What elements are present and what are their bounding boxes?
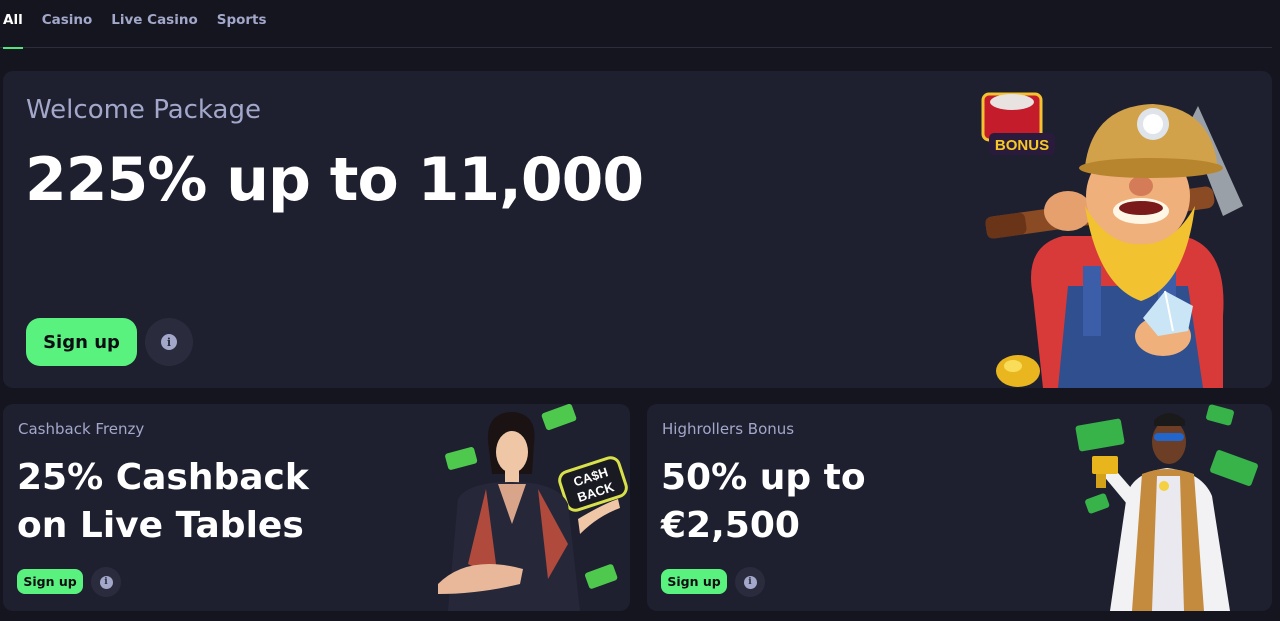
info-button[interactable]: i: [735, 567, 765, 597]
headline-line-1: 50% up to: [661, 457, 866, 498]
tab-live-casino[interactable]: Live Casino: [111, 0, 197, 48]
cash-note-image: [1206, 404, 1234, 426]
cash-note-image: [445, 447, 478, 470]
headline-line-1: 25% Cashback: [17, 457, 309, 498]
promo-title: Cashback Frenzy: [18, 420, 145, 438]
category-tabs: All Casino Live Casino Sports: [0, 0, 1272, 49]
promo-title: Highrollers Bonus: [662, 420, 795, 438]
miner-illustration: BONUS: [981, 92, 1243, 388]
cash-note-image: [1085, 493, 1110, 514]
tab-all[interactable]: All: [3, 0, 23, 49]
sign-up-button[interactable]: Sign up: [661, 569, 727, 594]
tab-sports[interactable]: Sports: [217, 0, 267, 48]
bonus-barrel-image: BONUS: [981, 92, 1055, 155]
headline-line-2: €2,500: [661, 505, 800, 546]
cashback-frenzy-card: Cashback Frenzy 25% Cashback on Live Tab…: [3, 404, 630, 611]
info-icon: i: [99, 575, 113, 589]
info-icon: i: [161, 334, 177, 350]
sign-up-button[interactable]: Sign up: [17, 569, 83, 594]
highroller-man-illustration: [1075, 404, 1258, 611]
cashback-woman-illustration: CA$H BACK: [438, 404, 628, 611]
cash-note-image: [541, 404, 577, 431]
promo-title: Welcome Package: [26, 95, 261, 125]
promo-headline: 50% up to €2,500: [661, 454, 866, 550]
tab-casino[interactable]: Casino: [42, 0, 93, 48]
sign-up-button[interactable]: Sign up: [26, 318, 137, 366]
promo-headline: 25% Cashback on Live Tables: [17, 454, 309, 550]
info-button[interactable]: i: [145, 318, 193, 366]
cash-note-image: [1210, 450, 1258, 486]
highrollers-bonus-card: Highrollers Bonus 50% up to €2,500 Sign …: [647, 404, 1272, 611]
headline-line-2: on Live Tables: [17, 505, 304, 546]
cash-note-image: [1075, 418, 1125, 452]
info-button[interactable]: i: [91, 567, 121, 597]
info-icon: i: [743, 575, 757, 589]
cash-note-image: [585, 564, 618, 589]
bonus-art-text: BONUS: [995, 137, 1049, 154]
welcome-package-card: Welcome Package 225% up to 11,000 Sign u…: [3, 71, 1272, 388]
promo-headline: 225% up to 11,000: [25, 145, 644, 215]
